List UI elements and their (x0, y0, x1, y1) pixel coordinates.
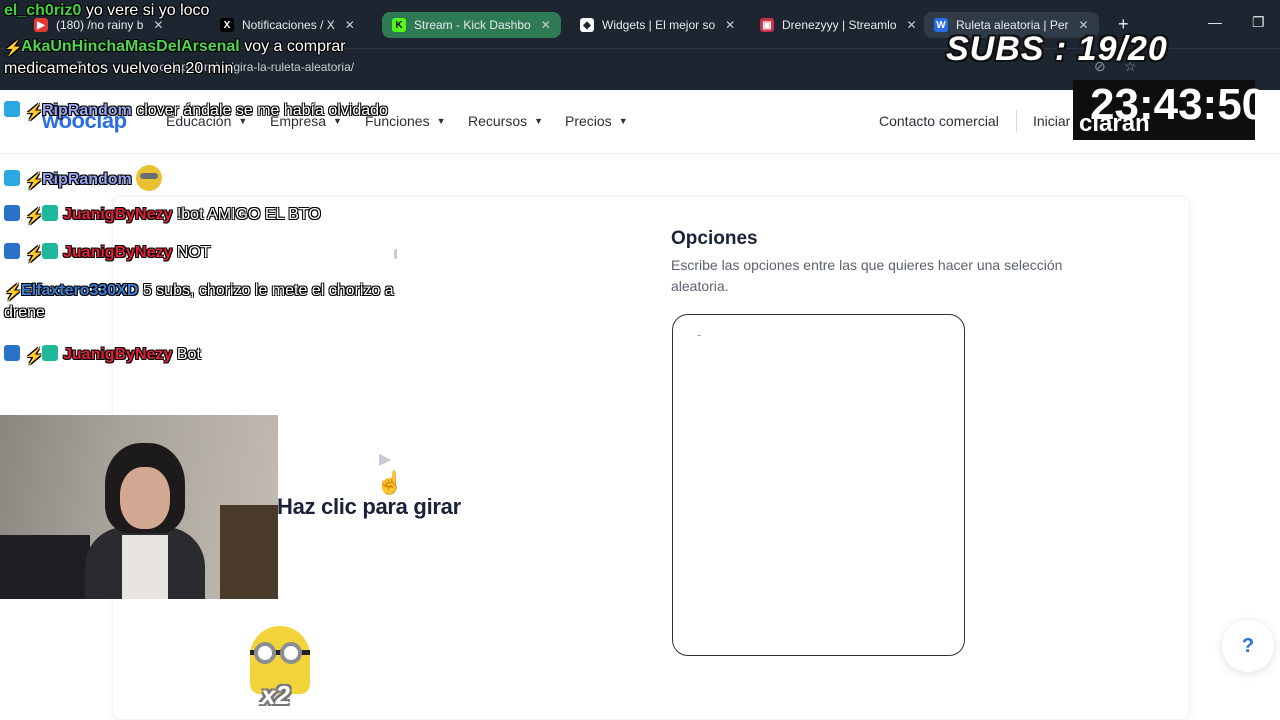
streamlabs-icon: ▣ (760, 18, 774, 32)
chat-message: ⚡Elfaxtero330XD 5 subs, chorizo le mete … (4, 280, 404, 324)
bolt-badge-icon: ⚡ (25, 348, 44, 365)
cube-badge-icon (4, 101, 20, 117)
chat-username[interactable]: RipRandom (42, 171, 132, 188)
help-button[interactable]: ? (1222, 620, 1274, 672)
chat-text: clover ándale se me había olvidado (131, 102, 388, 119)
chat-text: Bot (172, 346, 201, 363)
options-description: Escribe las opciones entre las que quier… (671, 257, 1063, 294)
bolt-badge-icon: ⚡ (25, 208, 44, 225)
browser-tab-title: Stream - Kick Dashbo (414, 18, 531, 32)
nav-precios[interactable]: Precios ▼ (565, 113, 628, 129)
options-textarea[interactable]: - (672, 314, 965, 656)
sub-badge-icon (42, 345, 58, 361)
options-placeholder: - (697, 327, 702, 342)
chat-text: yo vere si yo loco (81, 2, 210, 19)
browser-tab-title: Widgets | El mejor so (602, 18, 716, 32)
bolt-badge-icon: ⚡ (25, 246, 44, 263)
minion-emote-icon (135, 165, 162, 191)
stream-clock: 23:43:50 (1090, 80, 1267, 129)
nav-label: Precios (565, 113, 612, 129)
close-tab-icon[interactable]: ✕ (541, 18, 551, 32)
bolt-badge-icon: ⚡ (4, 40, 23, 57)
chat-username[interactable]: JuanigByNezy (63, 244, 172, 261)
chat-username[interactable]: Elfaxtero330XD (21, 282, 138, 299)
webcam-chair (220, 505, 278, 599)
chat-message: ⚡AkaUnHinchaMasDelArsenal voy a comprar … (4, 36, 404, 80)
chat-text: !bot AMIGO EL BTO (172, 206, 321, 223)
chat-message: ⚡RipRandom (4, 165, 404, 191)
chevron-down-icon: ▼ (436, 116, 446, 126)
browser-tab-title: Drenezyyy | Streamlo (782, 18, 897, 32)
chevron-down-icon: ▼ (534, 116, 544, 126)
mod-badge-icon (4, 243, 20, 259)
webcam-shelf (0, 535, 90, 599)
nav-recursos[interactable]: Recursos ▼ (468, 113, 543, 129)
close-tab-icon[interactable]: ✕ (725, 18, 735, 32)
bolt-badge-icon: ⚡ (4, 284, 23, 301)
chat-message: ⚡ JuanigByNezy !bot AMIGO EL BTO (4, 204, 404, 226)
chat-username[interactable]: RipRandom (42, 102, 132, 119)
emote-multiplier: x2 (261, 680, 290, 710)
minion-goggle-right (280, 642, 302, 664)
minimize-icon[interactable]: — (1208, 14, 1222, 30)
hand-cursor-icon: ☝ (376, 470, 404, 495)
streamelements-icon: ◆ (580, 18, 594, 32)
screen: ▶ (180) /no rainy b ✕ X Notificaciones / X ✕ K… (0, 0, 1280, 720)
options-title: Opciones (671, 228, 758, 249)
chat-message: el_ch0riz0 yo vere si yo loco (4, 0, 404, 22)
sub-badge-icon (42, 205, 58, 221)
streamer-face (120, 467, 170, 529)
signin-link[interactable]: Iniciar (1033, 113, 1070, 129)
sub-badge-icon (42, 243, 58, 259)
streamer-shirt (122, 535, 168, 599)
chat-username[interactable]: JuanigByNezy (63, 346, 172, 363)
mod-badge-icon (4, 205, 20, 221)
subs-goal-counter: SUBS : 19/20 (946, 30, 1168, 68)
bolt-badge-icon: ⚡ (25, 104, 44, 121)
nav-divider (1016, 110, 1017, 132)
chat-username[interactable]: JuanigByNezy (63, 206, 172, 223)
nav-label: Recursos (468, 113, 528, 129)
mod-badge-icon (4, 345, 20, 361)
close-tab-icon[interactable]: ✕ (907, 18, 917, 32)
stream-chat: el_ch0riz0 yo vere si yo loco ⚡AkaUnHinch… (0, 0, 420, 400)
browser-tab[interactable]: ◆ Widgets | El mejor so ✕ (580, 12, 735, 38)
chat-username[interactable]: AkaUnHinchaMasDelArsenal (21, 38, 240, 55)
webcam-feed (0, 415, 278, 599)
chat-message: ⚡ JuanigByNezy NOT (4, 242, 404, 264)
chevron-down-icon: ▼ (618, 116, 628, 126)
contact-sales-link[interactable]: Contacto comercial (879, 113, 999, 129)
chat-text: NOT (172, 244, 211, 261)
restore-icon[interactable]: ❐ (1252, 14, 1265, 31)
browser-tab[interactable]: ▣ Drenezyyy | Streamlo ✕ (760, 12, 917, 38)
minion-goggle-left (254, 642, 276, 664)
chat-message: ⚡RipRandom clover ándale se me había olv… (4, 100, 404, 122)
chat-username[interactable]: el_ch0riz0 (4, 2, 81, 19)
play-icon[interactable]: ▶ (379, 449, 391, 469)
chat-message: ⚡ JuanigByNezy Bot (4, 344, 404, 366)
spin-wheel-label[interactable]: Haz clic para girar (277, 494, 461, 520)
cube-badge-icon (4, 170, 20, 186)
bolt-badge-icon: ⚡ (25, 173, 44, 190)
